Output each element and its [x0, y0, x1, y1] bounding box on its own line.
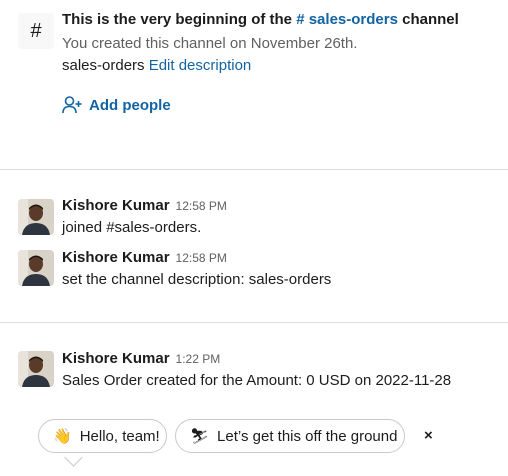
- intro-title-prefix: This is the very beginning of the: [62, 11, 293, 28]
- suggestion-label: Let’s get this off the ground: [217, 427, 398, 445]
- close-suggestions-button[interactable]: ×: [424, 427, 433, 444]
- avatar[interactable]: [18, 351, 54, 387]
- edit-description-link[interactable]: Edit description: [149, 57, 252, 74]
- message-time[interactable]: 12:58 PM: [176, 199, 227, 213]
- add-people-button[interactable]: Add people: [62, 96, 171, 114]
- message-author[interactable]: Kishore Kumar: [62, 350, 170, 367]
- add-person-icon: [62, 96, 82, 114]
- message-time[interactable]: 12:58 PM: [176, 251, 227, 265]
- skier-icon: ⛷: [190, 428, 210, 445]
- suggestion-chip-hello[interactable]: 👋 Hello, team!: [38, 419, 167, 453]
- message-text: joined #sales-orders.: [62, 219, 202, 236]
- message-header: Kishore Kumar 12:58 PM: [62, 249, 227, 266]
- avatar[interactable]: [18, 199, 54, 235]
- channel-name-link[interactable]: # sales-orders: [296, 11, 398, 28]
- message-text: set the channel description: sales-order…: [62, 271, 332, 288]
- message-time[interactable]: 1:22 PM: [176, 352, 221, 366]
- intro-title-suffix: channel: [402, 11, 459, 28]
- message-header: Kishore Kumar 12:58 PM: [62, 197, 227, 214]
- channel-intro-title: This is the very beginning of the # sale…: [62, 11, 459, 28]
- wave-icon: 👋: [53, 428, 72, 445]
- message-author[interactable]: Kishore Kumar: [62, 197, 170, 214]
- message-header: Kishore Kumar 1:22 PM: [62, 350, 220, 367]
- message-text: Sales Order created for the Amount: 0 US…: [62, 372, 452, 389]
- channel-hash-icon: #: [18, 13, 54, 49]
- channel-description: sales-orders: [62, 57, 145, 74]
- avatar[interactable]: [18, 250, 54, 286]
- divider: [0, 169, 508, 170]
- divider: [0, 322, 508, 323]
- message-author[interactable]: Kishore Kumar: [62, 249, 170, 266]
- channel-created-text: You created this channel on November 26t…: [62, 35, 358, 52]
- add-people-label: Add people: [89, 96, 171, 114]
- suggestion-label: Hello, team!: [79, 427, 160, 445]
- channel-description-row: sales-orders Edit description: [62, 57, 251, 74]
- suggestion-chip-get-started[interactable]: ⛷ Let’s get this off the ground: [175, 419, 405, 453]
